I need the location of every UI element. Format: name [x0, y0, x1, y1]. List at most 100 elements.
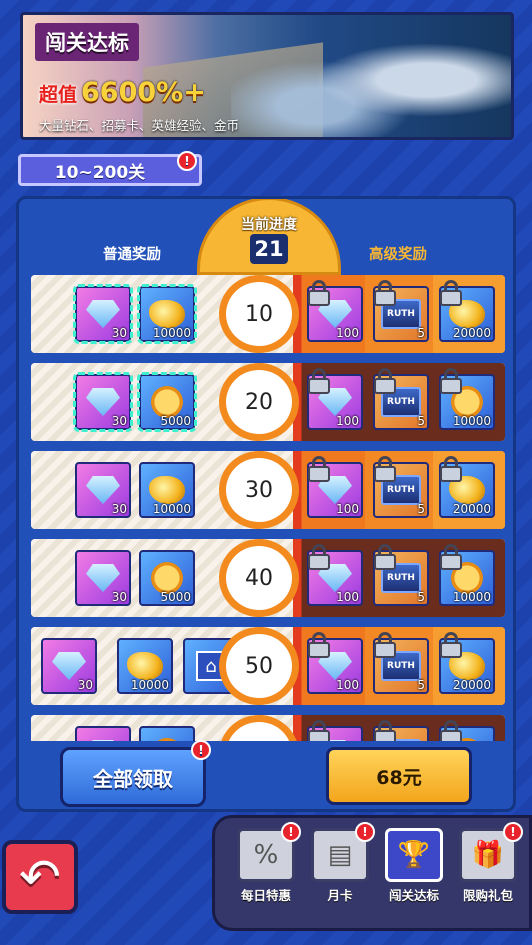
normal-reward-header: 普通奖励	[103, 247, 161, 263]
premium-reward-item[interactable]: RUTH 5	[373, 456, 429, 518]
reward-row: 30 10000 100 RUTH 5 20000 10	[31, 275, 505, 353]
premium-reward-item[interactable]: RUTH	[373, 720, 429, 741]
normal-reward-item[interactable]: 5000	[139, 550, 195, 606]
lock-icon	[307, 456, 331, 482]
reward-count: 100	[336, 590, 359, 604]
reward-count: 100	[336, 678, 359, 692]
banner-description: 大量钻石、招募卡、英雄经验、金币	[39, 118, 240, 133]
reward-count: 30	[111, 590, 127, 604]
reward-rows-list[interactable]: 30 10000 100 RUTH 5 20000 10 30 5000 100 RUTH 5 1000…	[31, 275, 505, 741]
reward-count: 20000	[452, 326, 491, 340]
claimed-frame	[73, 372, 133, 432]
claim-all-button[interactable]: 全部领取 !	[60, 740, 211, 807]
level-marker: 30	[219, 451, 299, 529]
dock-tab-label: 每日特惠	[240, 888, 291, 903]
reward-count: 20000	[452, 678, 491, 692]
level-range-label: 10~200关	[54, 162, 146, 183]
reward-count: 5	[417, 326, 425, 340]
notification-badge: !	[281, 822, 301, 842]
reward-count: 100	[336, 502, 359, 516]
premium-reward-item[interactable]: RUTH 5	[373, 544, 429, 606]
banner-value-label: 超值	[39, 84, 78, 106]
premium-reward-item[interactable]: RUTH 5	[373, 280, 429, 342]
lock-icon	[439, 720, 463, 741]
premium-reward-item[interactable]: 20000	[439, 456, 495, 518]
normal-reward-item[interactable]: 10000	[139, 462, 195, 518]
premium-reward-header: 高级奖励	[369, 247, 427, 263]
normal-reward-item[interactable]: 30	[73, 284, 133, 344]
premium-reward-item[interactable]	[439, 720, 495, 741]
premium-reward-item[interactable]: 20000	[439, 280, 495, 342]
notification-badge: !	[177, 151, 197, 171]
normal-reward-item[interactable]: 30	[75, 462, 131, 518]
dock-tab-2[interactable]: ▤ 月卡!	[307, 822, 375, 912]
level-range-tab[interactable]: 10~200关 !	[18, 151, 202, 186]
reward-count: 5	[417, 502, 425, 516]
back-arrow-icon: ↶	[19, 848, 61, 906]
lock-icon	[439, 632, 463, 658]
level-marker: 20	[219, 363, 299, 441]
lock-icon	[307, 544, 331, 570]
normal-reward-item[interactable]	[75, 726, 131, 741]
reward-count: 20000	[452, 502, 491, 516]
reward-count: 10000	[452, 590, 491, 604]
back-button[interactable]: ↶	[2, 840, 78, 914]
normal-reward-item[interactable]: 10000	[117, 638, 173, 694]
claimed-frame	[73, 284, 133, 344]
reward-count: 5	[417, 590, 425, 604]
level-marker: 50	[219, 627, 299, 705]
premium-reward-item[interactable]: 100	[307, 280, 363, 342]
dock-tab-label: 月卡	[327, 888, 353, 903]
buy-premium-button[interactable]: 68元	[326, 747, 472, 805]
normal-reward-item[interactable]: 30	[41, 638, 97, 694]
reward-panel: 普通奖励 高级奖励 当前进度 21 30 10000 100 RUTH 5 20000 10…	[16, 196, 516, 812]
premium-reward-item[interactable]: 100	[307, 544, 363, 606]
bottom-dock: % 每日特惠! ▤ 月卡! 🏆 闯关达标 🎁 限购礼包!	[212, 815, 532, 931]
reward-count: 30	[77, 678, 93, 692]
coin-icon	[151, 738, 183, 741]
premium-reward-item[interactable]: 100	[307, 368, 363, 430]
premium-reward-item[interactable]: 100	[307, 632, 363, 694]
buy-premium-label: 68元	[376, 766, 422, 789]
reward-count: 5	[417, 414, 425, 428]
premium-reward-item[interactable]: 100	[307, 456, 363, 518]
premium-reward-item[interactable]	[307, 720, 363, 741]
premium-reward-item[interactable]: RUTH 5	[373, 632, 429, 694]
banner-art-wave	[231, 15, 511, 137]
event-banner: 闯关达标 超值 6600%+ 大量钻石、招募卡、英雄经验、金币	[20, 12, 514, 140]
dock-tab-4[interactable]: 🎁 限购礼包!	[455, 822, 523, 912]
current-progress: 当前进度 21	[197, 199, 341, 275]
gold-pile-icon	[149, 476, 185, 504]
lock-icon	[439, 544, 463, 570]
reward-row: 30 5000 100 RUTH 5 10000 40	[31, 539, 505, 617]
lock-icon	[373, 456, 397, 482]
diamond-icon	[86, 740, 120, 741]
normal-reward-item[interactable]: 10000	[137, 284, 197, 344]
premium-reward-item[interactable]: 10000	[439, 368, 495, 430]
reward-count: 5000	[160, 590, 191, 604]
reward-row: 30 5000 100 RUTH 5 10000 20	[31, 363, 505, 441]
premium-reward-item[interactable]: 20000	[439, 632, 495, 694]
lock-icon	[307, 280, 331, 306]
banner-value-number: 6600%+	[81, 77, 206, 108]
normal-reward-item[interactable]	[139, 726, 195, 741]
notification-badge: !	[191, 740, 211, 760]
lock-icon	[307, 632, 331, 658]
dock-tab-1[interactable]: % 每日特惠!	[233, 822, 301, 912]
dock-tab-3[interactable]: 🏆 闯关达标	[381, 828, 447, 912]
normal-reward-item[interactable]: 30	[75, 550, 131, 606]
level-marker: 40	[219, 539, 299, 617]
premium-reward-item[interactable]: 10000	[439, 544, 495, 606]
level-marker: 10	[219, 275, 299, 353]
banner-title: 闯关达标	[35, 23, 139, 61]
reward-row: 3010000⌂5100RUTH52000050	[31, 627, 505, 705]
lock-icon	[307, 720, 331, 741]
lock-icon	[373, 544, 397, 570]
normal-reward-item[interactable]: 5000	[137, 372, 197, 432]
reward-count: 10000	[452, 414, 491, 428]
dock-tab-label: 限购礼包	[462, 888, 513, 903]
claimed-frame	[137, 372, 197, 432]
trophy-icon: 🏆	[385, 828, 443, 882]
premium-reward-item[interactable]: RUTH 5	[373, 368, 429, 430]
normal-reward-item[interactable]: 30	[73, 372, 133, 432]
